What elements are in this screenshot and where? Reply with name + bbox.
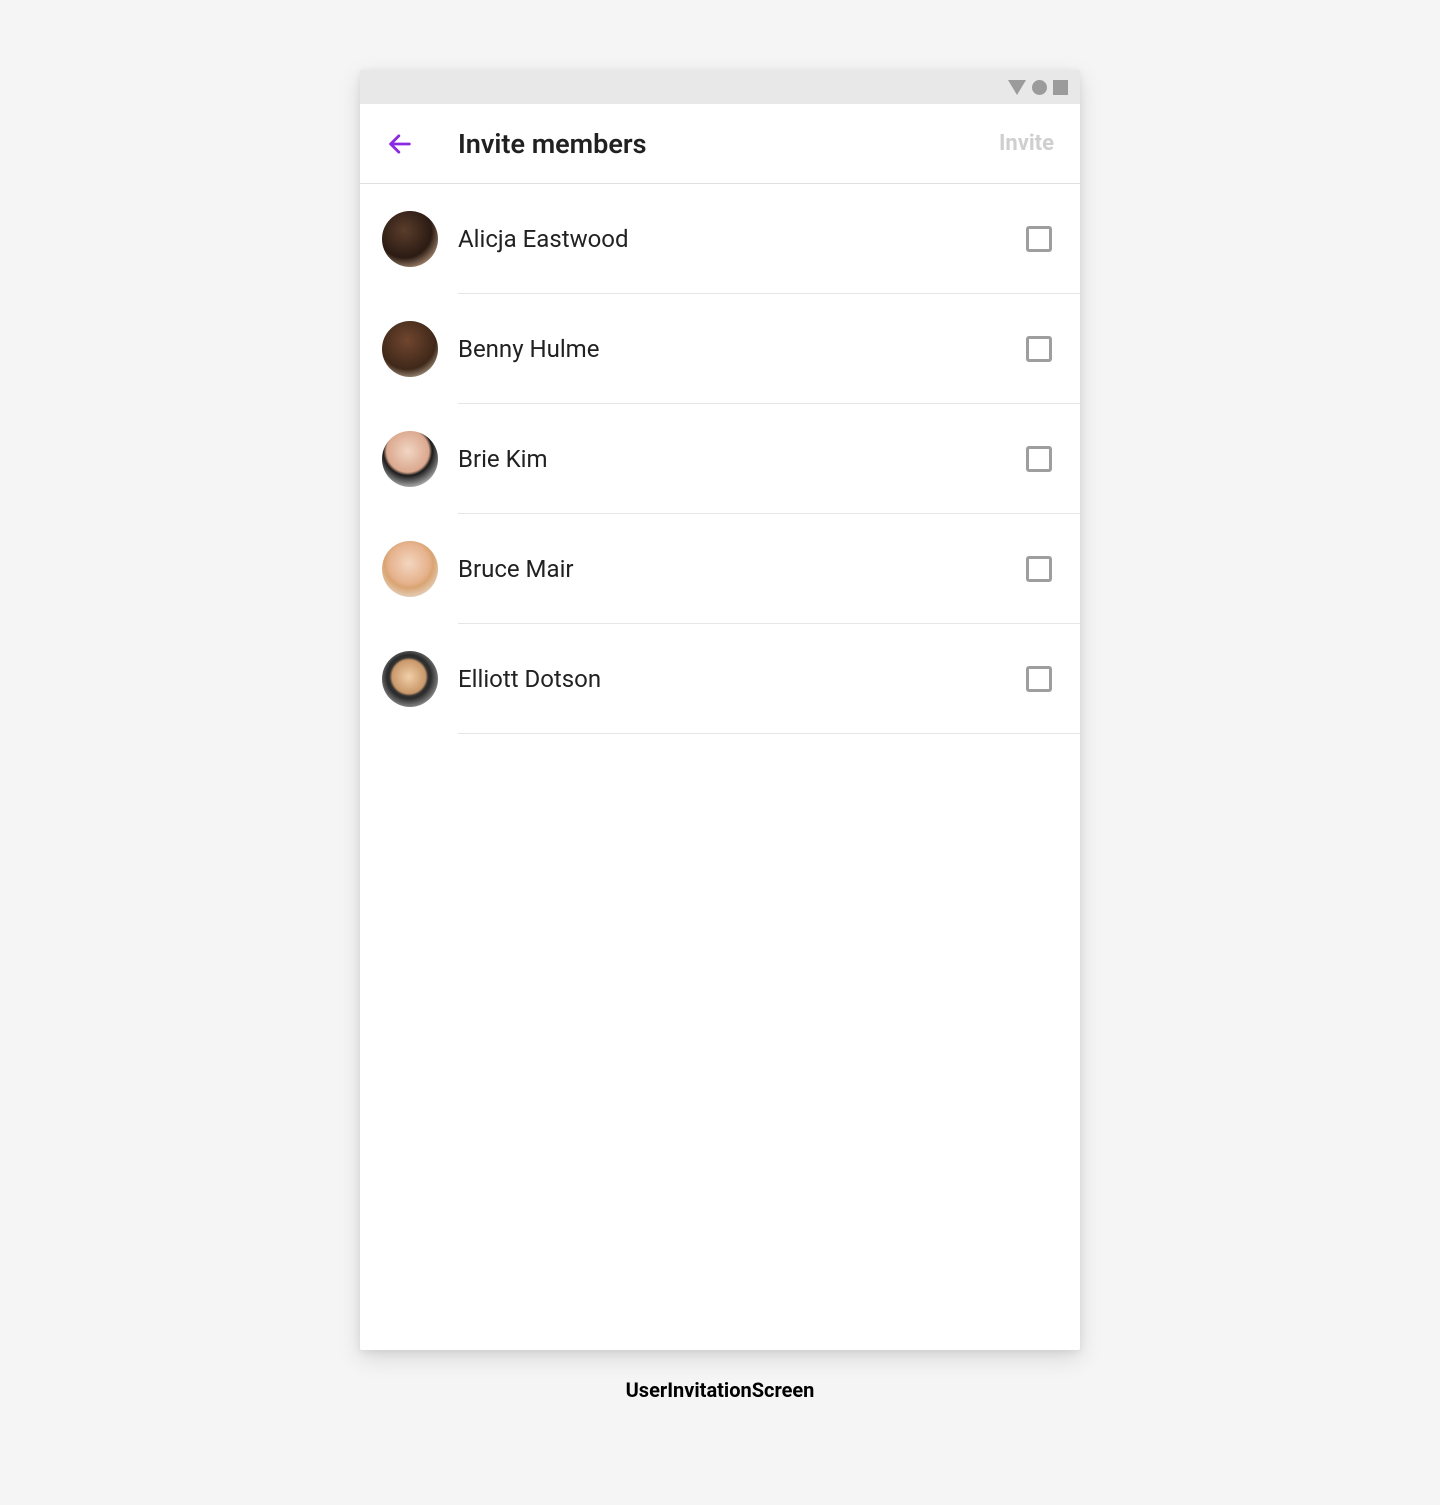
member-name: Brie Kim	[458, 445, 1026, 473]
member-name: Elliott Dotson	[458, 665, 1026, 693]
status-square-icon	[1053, 80, 1068, 95]
member-row[interactable]: Alicja Eastwood	[360, 184, 1080, 294]
member-checkbox[interactable]	[1026, 336, 1052, 362]
status-bar	[360, 70, 1080, 104]
avatar	[382, 431, 438, 487]
page-title: Invite members	[458, 128, 993, 160]
member-checkbox[interactable]	[1026, 666, 1052, 692]
member-checkbox[interactable]	[1026, 226, 1052, 252]
invite-button[interactable]: Invite	[993, 127, 1060, 160]
avatar	[382, 651, 438, 707]
member-checkbox[interactable]	[1026, 556, 1052, 582]
member-checkbox[interactable]	[1026, 446, 1052, 472]
avatar	[382, 321, 438, 377]
member-row[interactable]: Elliott Dotson	[360, 624, 1080, 734]
member-row[interactable]: Benny Hulme	[360, 294, 1080, 404]
member-name: Alicja Eastwood	[458, 225, 1026, 253]
back-button[interactable]	[380, 124, 420, 164]
status-triangle-icon	[1008, 80, 1026, 95]
member-name: Benny Hulme	[458, 335, 1026, 363]
member-name: Bruce Mair	[458, 555, 1026, 583]
member-list: Alicja Eastwood Benny Hulme Brie Kim Bru…	[360, 184, 1080, 734]
avatar	[382, 211, 438, 267]
app-bar: Invite members Invite	[360, 104, 1080, 184]
status-circle-icon	[1032, 80, 1047, 95]
arrow-left-icon	[386, 130, 414, 158]
avatar	[382, 541, 438, 597]
screen-caption: UserInvitationScreen	[626, 1378, 815, 1402]
member-row[interactable]: Bruce Mair	[360, 514, 1080, 624]
device-frame: Invite members Invite Alicja Eastwood Be…	[360, 70, 1080, 1350]
member-row[interactable]: Brie Kim	[360, 404, 1080, 514]
